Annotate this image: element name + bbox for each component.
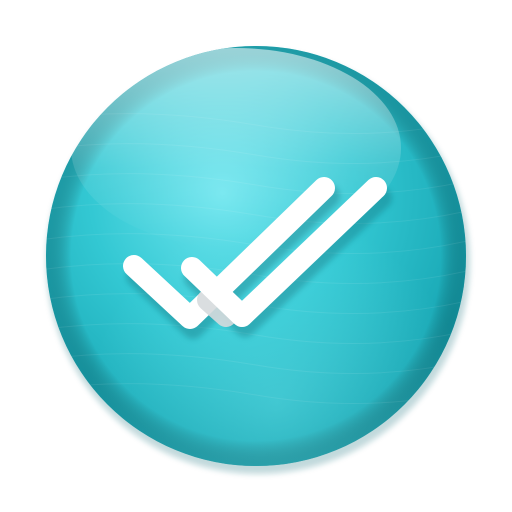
icon-canvas [0, 0, 512, 512]
app-icon[interactable] [0, 0, 512, 512]
double-checkmark-icon [46, 46, 470, 474]
